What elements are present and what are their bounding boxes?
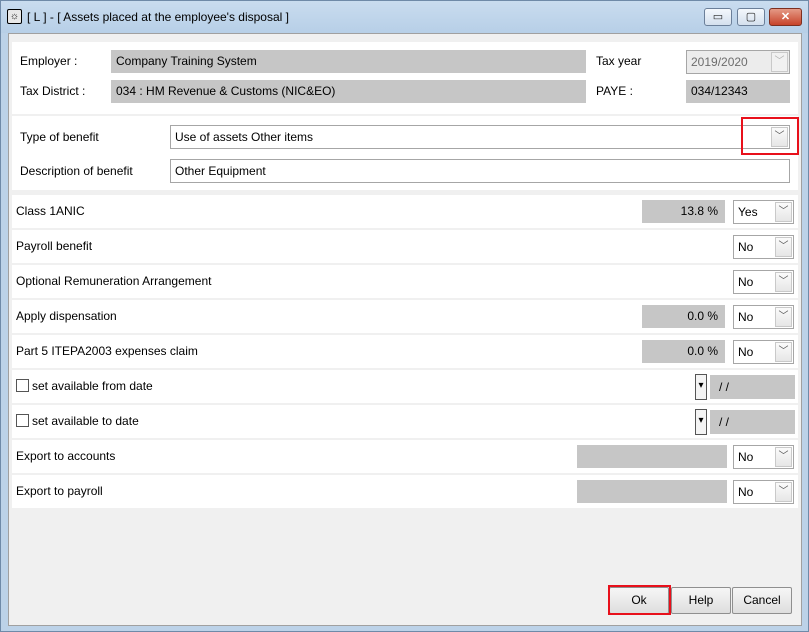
export-payroll-label: Export to payroll — [16, 484, 103, 498]
dropdown-icon: ▾ — [698, 380, 704, 391]
payroll-benefit-label: Payroll benefit — [16, 239, 93, 253]
to-date-checkbox[interactable] — [16, 414, 29, 427]
dispensation-select[interactable]: No ﹀ — [733, 305, 794, 329]
chevron-down-icon[interactable]: ﹀ — [775, 342, 792, 362]
ok-highlight — [608, 585, 671, 615]
export-accounts-row: Export to accounts No ﹀ — [12, 440, 798, 473]
from-date-checkbox[interactable] — [16, 379, 29, 392]
tax-district-field: 034 : HM Revenue & Customs (NIC&EO) — [111, 80, 586, 103]
payroll-benefit-select[interactable]: No ﹀ — [733, 235, 794, 259]
part5-select[interactable]: No ﹀ — [733, 340, 794, 364]
from-date-row: set available from date ▾ / / — [12, 370, 798, 403]
dropdown-icon: ▾ — [698, 415, 704, 426]
from-date-label: set available from date — [32, 379, 153, 393]
part5-label: Part 5 ITEPA2003 expenses claim — [16, 344, 198, 358]
app-icon[interactable]: ☼ — [7, 9, 22, 24]
chevron-down-icon[interactable]: ﹀ — [775, 307, 792, 327]
ora-row: Optional Remuneration Arrangement No ﹀ — [12, 265, 798, 298]
part5-rate: 0.0 % — [642, 340, 725, 363]
class1a-rate: 13.8 % — [642, 200, 725, 223]
export-payroll-select[interactable]: No ﹀ — [733, 480, 794, 504]
chevron-down-icon: ﹀ — [771, 52, 788, 72]
payroll-benefit-value: No — [738, 240, 754, 254]
export-payroll-row: Export to payroll No ﹀ — [12, 475, 798, 508]
from-date-picker-button[interactable]: ▾ — [695, 374, 707, 400]
minimize-button[interactable]: ▭ — [704, 8, 732, 26]
window-title: [ L ] - [ Assets placed at the employee'… — [27, 10, 289, 24]
description-label: Description of benefit — [20, 164, 133, 178]
tax-year-select: 2019/2020 ﹀ — [686, 50, 790, 74]
to-date-label: set available to date — [32, 414, 139, 428]
export-payroll-field — [577, 480, 727, 503]
to-date-checkbox-label[interactable]: set available to date — [16, 414, 139, 428]
ora-value: No — [738, 275, 754, 289]
class1a-value: Yes — [738, 205, 758, 219]
dispensation-label: Apply dispensation — [16, 309, 117, 323]
description-input[interactable]: Other Equipment — [170, 159, 790, 183]
help-button[interactable]: Help — [671, 587, 731, 614]
dispensation-row: Apply dispensation 0.0 % No ﹀ — [12, 300, 798, 333]
close-icon: ✕ — [780, 11, 791, 23]
title-bar[interactable]: ☼ [ L ] - [ Assets placed at the employe… — [1, 1, 808, 33]
export-accounts-value: No — [738, 450, 754, 464]
cancel-button[interactable]: Cancel — [732, 587, 792, 614]
maximize-icon: ▢ — [745, 11, 757, 23]
class1a-select[interactable]: Yes ﹀ — [733, 200, 794, 224]
to-date-row: set available to date ▾ / / — [12, 405, 798, 438]
class1a-row: Class 1ANIC 13.8 % Yes ﹀ — [12, 195, 798, 228]
from-date-checkbox-label[interactable]: set available from date — [16, 379, 153, 393]
employer-label: Employer : — [20, 54, 78, 68]
part5-row: Part 5 ITEPA2003 expenses claim 0.0 % No… — [12, 335, 798, 368]
chevron-down-icon[interactable]: ﹀ — [775, 202, 792, 222]
ora-label: Optional Remuneration Arrangement — [16, 274, 212, 288]
tax-year-label: Tax year — [596, 54, 642, 68]
dropdown-highlight — [741, 117, 799, 155]
to-date-picker-button[interactable]: ▾ — [695, 409, 707, 435]
chevron-down-icon[interactable]: ﹀ — [775, 272, 792, 292]
chevron-down-icon[interactable]: ﹀ — [775, 237, 792, 257]
ora-select[interactable]: No ﹀ — [733, 270, 794, 294]
dialog-body: Employer : Company Training System Tax D… — [8, 33, 802, 626]
export-accounts-select[interactable]: No ﹀ — [733, 445, 794, 469]
export-payroll-value: No — [738, 485, 754, 499]
type-of-benefit-label: Type of benefit — [20, 130, 99, 144]
from-date-field: / / — [710, 375, 795, 399]
type-of-benefit-value: Use of assets Other items — [175, 130, 314, 144]
dialog-window: ☼ [ L ] - [ Assets placed at the employe… — [0, 0, 809, 632]
paye-label: PAYE : — [596, 84, 633, 98]
maximize-button[interactable]: ▢ — [737, 8, 765, 26]
payroll-benefit-row: Payroll benefit No ﹀ — [12, 230, 798, 263]
to-date-field: / / — [710, 410, 795, 434]
header-group: Employer : Company Training System Tax D… — [12, 42, 798, 114]
dispensation-rate: 0.0 % — [642, 305, 725, 328]
minimize-icon: ▭ — [712, 11, 724, 23]
tax-district-label: Tax District : — [20, 84, 86, 98]
dispensation-value: No — [738, 310, 754, 324]
paye-field: 034/12343 — [686, 80, 790, 103]
chevron-down-icon[interactable]: ﹀ — [775, 447, 792, 467]
tax-year-value: 2019/2020 — [691, 55, 748, 69]
type-of-benefit-select[interactable]: Use of assets Other items ﹀ — [170, 125, 790, 149]
close-button[interactable]: ✕ — [769, 8, 802, 26]
benefit-group: Type of benefit Use of assets Other item… — [12, 116, 799, 190]
employer-field: Company Training System — [111, 50, 586, 73]
export-accounts-label: Export to accounts — [16, 449, 116, 463]
part5-value: No — [738, 345, 754, 359]
chevron-down-icon[interactable]: ﹀ — [775, 482, 792, 502]
class1a-label: Class 1ANIC — [16, 204, 85, 218]
export-accounts-field — [577, 445, 727, 468]
